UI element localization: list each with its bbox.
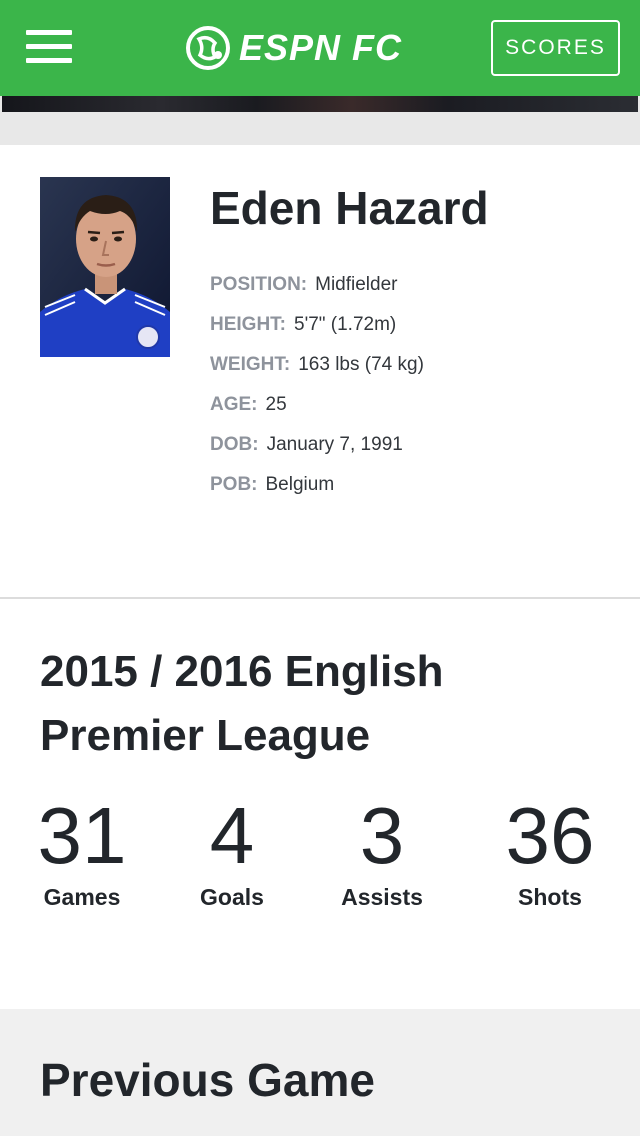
hamburger-menu-icon[interactable] <box>26 30 72 64</box>
info-label: WEIGHT: <box>210 354 291 375</box>
section-spacer <box>0 114 640 145</box>
player-profile: Eden Hazard POSITION: Midfielder HEIGHT: 5… <box>0 145 640 598</box>
stat-label: Shots <box>518 884 582 910</box>
info-label: HEIGHT: <box>210 314 286 335</box>
stat-value: 31 <box>37 791 127 880</box>
info-row-age: AGE: 25 <box>210 394 287 416</box>
info-label: DOB: <box>210 434 259 455</box>
stat-value: 3 <box>359 791 405 880</box>
info-value: 25 <box>265 394 287 415</box>
info-label: AGE: <box>210 394 258 415</box>
hero-image <box>2 96 638 112</box>
player-photo <box>40 177 170 357</box>
info-value: Midfielder <box>315 274 398 295</box>
stat-goals: 4 Goals <box>182 790 282 911</box>
brand-text: ESPN FC <box>239 27 403 68</box>
info-value: January 7, 1991 <box>266 434 403 455</box>
scores-button[interactable]: SCORES <box>491 20 620 76</box>
stat-value: 4 <box>209 791 255 880</box>
info-row-dob: DOB: January 7, 1991 <box>210 434 403 456</box>
season-title: 2015 / 2016 English Premier League <box>40 647 444 760</box>
info-label: POB: <box>210 474 258 495</box>
player-name: Eden Hazard <box>210 182 489 234</box>
espn-fc-logo[interactable]: ESPN FC <box>185 24 402 72</box>
soccer-ball-logo-icon <box>186 26 230 70</box>
stat-games: 31 Games <box>30 790 134 911</box>
hero-banner-strip <box>0 96 640 114</box>
section-divider <box>0 597 640 599</box>
player-headshot-image <box>40 177 170 357</box>
info-label: POSITION: <box>210 274 308 295</box>
info-row-pob: POB: Belgium <box>210 474 334 496</box>
previous-game-section: Previous Game <box>0 1009 640 1136</box>
stat-label: Games <box>43 884 121 910</box>
stat-label: Goals <box>200 884 264 910</box>
stat-label: Assists <box>341 884 423 910</box>
info-row-weight: WEIGHT: 163 lbs (74 kg) <box>210 354 424 376</box>
stat-assists: 3 Assists <box>332 790 432 911</box>
info-value: Belgium <box>265 474 335 495</box>
info-row-height: HEIGHT: 5'7" (1.72m) <box>210 314 396 336</box>
info-value: 5'7" (1.72m) <box>294 314 397 335</box>
previous-game-title: Previous Game <box>40 1054 375 1106</box>
info-row-position: POSITION: Midfielder <box>210 274 398 296</box>
stat-shots: 36 Shots <box>495 790 605 911</box>
stat-value: 36 <box>505 791 595 880</box>
app-header: ESPN FC SCORES <box>0 0 640 96</box>
info-value: 163 lbs (74 kg) <box>298 354 424 375</box>
